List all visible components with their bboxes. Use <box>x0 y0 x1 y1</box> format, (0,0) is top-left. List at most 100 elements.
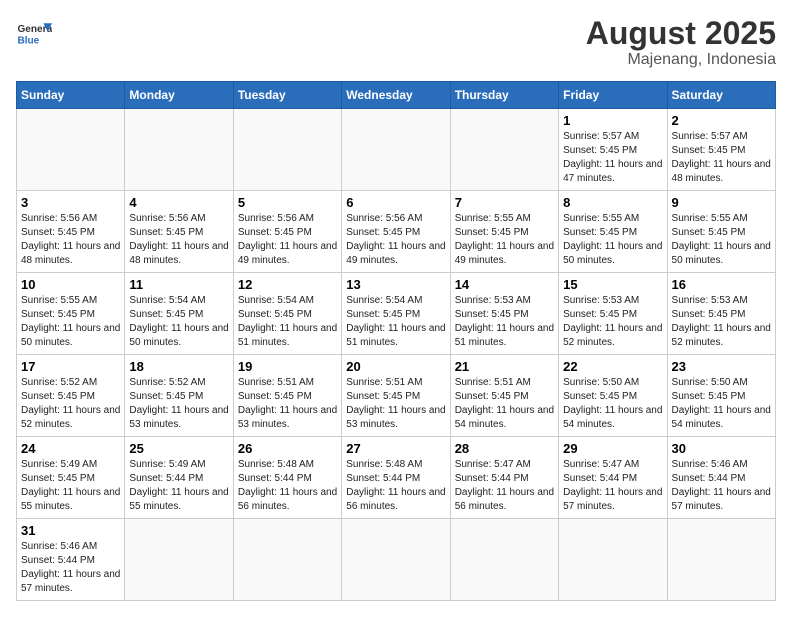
table-row: 2Sunrise: 5:57 AM Sunset: 5:45 PM Daylig… <box>667 109 775 191</box>
day-info: Sunrise: 5:54 AM Sunset: 5:45 PM Dayligh… <box>129 294 228 350</box>
calendar-week-row: 31Sunrise: 5:46 AM Sunset: 5:44 PM Dayli… <box>17 519 776 601</box>
day-number: 24 <box>21 441 120 456</box>
day-info: Sunrise: 5:51 AM Sunset: 5:45 PM Dayligh… <box>346 376 445 432</box>
table-row: 4Sunrise: 5:56 AM Sunset: 5:45 PM Daylig… <box>125 191 233 273</box>
day-info: Sunrise: 5:56 AM Sunset: 5:45 PM Dayligh… <box>129 212 228 268</box>
weekday-header-row: Sunday Monday Tuesday Wednesday Thursday… <box>17 82 776 109</box>
table-row <box>125 519 233 601</box>
table-row: 8 Sunrise: 5:55 AM Sunset: 5:45 PM Daylig… <box>559 191 667 273</box>
day-number: 5 <box>238 195 337 210</box>
day-info: Sunrise: 5:52 AM Sunset: 5:45 PM Dayligh… <box>21 376 120 432</box>
day-number: 31 <box>21 523 120 538</box>
table-row: 27 Sunrise: 5:48 AM Sunset: 5:44 PM Dayli… <box>342 437 450 519</box>
table-row: 23 Sunrise: 5:50 AM Sunset: 5:45 PM Dayli… <box>667 355 775 437</box>
day-info: Sunrise: 5:48 AM Sunset: 5:44 PM Dayligh… <box>346 458 445 514</box>
day-number: 22 <box>563 359 662 374</box>
day-number: 16 <box>672 277 771 292</box>
header-thursday: Thursday <box>450 82 558 109</box>
day-number: 20 <box>346 359 445 374</box>
day-number: 13 <box>346 277 445 292</box>
day-number: 21 <box>455 359 554 374</box>
day-number: 12 <box>238 277 337 292</box>
day-number: 15 <box>563 277 662 292</box>
calendar-table: Sunday Monday Tuesday Wednesday Thursday… <box>16 81 776 601</box>
table-row: 17 Sunrise: 5:52 AM Sunset: 5:45 PM Dayli… <box>17 355 125 437</box>
table-row: 11 Sunrise: 5:54 AM Sunset: 5:45 PM Dayli… <box>125 273 233 355</box>
header-wednesday: Wednesday <box>342 82 450 109</box>
table-row: 21 Sunrise: 5:51 AM Sunset: 5:45 PM Dayli… <box>450 355 558 437</box>
day-info: Sunrise: 5:56 AM Sunset: 5:45 PM Dayligh… <box>238 212 337 268</box>
day-number: 3 <box>21 195 120 210</box>
table-row <box>667 519 775 601</box>
day-number: 29 <box>563 441 662 456</box>
calendar-week-row: 24 Sunrise: 5:49 AM Sunset: 5:45 PM Dayli… <box>17 437 776 519</box>
day-number: 14 <box>455 277 554 292</box>
day-info: Sunrise: 5:47 AM Sunset: 5:44 PM Dayligh… <box>455 458 554 514</box>
table-row <box>342 519 450 601</box>
table-row: 30Sunrise: 5:46 AM Sunset: 5:44 PM Dayli… <box>667 437 775 519</box>
calendar-week-row: 3 Sunrise: 5:56 AM Sunset: 5:45 PM Daylig… <box>17 191 776 273</box>
day-info: Sunrise: 5:56 AM Sunset: 5:45 PM Dayligh… <box>21 212 120 268</box>
day-info: Sunrise: 5:52 AM Sunset: 5:45 PM Dayligh… <box>129 376 228 432</box>
table-row: 3 Sunrise: 5:56 AM Sunset: 5:45 PM Daylig… <box>17 191 125 273</box>
day-info: Sunrise: 5:57 AM Sunset: 5:45 PM Dayligh… <box>672 130 771 186</box>
day-info: Sunrise: 5:47 AM Sunset: 5:44 PM Dayligh… <box>563 458 662 514</box>
header-friday: Friday <box>559 82 667 109</box>
day-number: 7 <box>455 195 554 210</box>
table-row: 22Sunrise: 5:50 AM Sunset: 5:45 PM Dayli… <box>559 355 667 437</box>
table-row: 7 Sunrise: 5:55 AM Sunset: 5:45 PM Daylig… <box>450 191 558 273</box>
day-info: Sunrise: 5:54 AM Sunset: 5:45 PM Dayligh… <box>238 294 337 350</box>
day-number: 17 <box>21 359 120 374</box>
day-number: 28 <box>455 441 554 456</box>
table-row: 15Sunrise: 5:53 AM Sunset: 5:45 PM Dayli… <box>559 273 667 355</box>
table-row <box>342 109 450 191</box>
table-row: 13 Sunrise: 5:54 AM Sunset: 5:45 PM Dayli… <box>342 273 450 355</box>
day-info: Sunrise: 5:54 AM Sunset: 5:45 PM Dayligh… <box>346 294 445 350</box>
location-title: Majenang, Indonesia <box>586 51 776 69</box>
day-info: Sunrise: 5:55 AM Sunset: 5:45 PM Dayligh… <box>672 212 771 268</box>
table-row: 12 Sunrise: 5:54 AM Sunset: 5:45 PM Dayli… <box>233 273 341 355</box>
calendar-week-row: 1 Sunrise: 5:57 AM Sunset: 5:45 PM Daylig… <box>17 109 776 191</box>
table-row <box>233 519 341 601</box>
calendar-week-row: 10 Sunrise: 5:55 AM Sunset: 5:45 PM Dayli… <box>17 273 776 355</box>
table-row <box>233 109 341 191</box>
day-number: 10 <box>21 277 120 292</box>
day-info: Sunrise: 5:55 AM Sunset: 5:45 PM Dayligh… <box>563 212 662 268</box>
day-number: 23 <box>672 359 771 374</box>
day-number: 8 <box>563 195 662 210</box>
day-info: Sunrise: 5:49 AM Sunset: 5:45 PM Dayligh… <box>21 458 120 514</box>
day-number: 18 <box>129 359 228 374</box>
day-info: Sunrise: 5:51 AM Sunset: 5:45 PM Dayligh… <box>455 376 554 432</box>
table-row: 28 Sunrise: 5:47 AM Sunset: 5:44 PM Dayli… <box>450 437 558 519</box>
table-row <box>450 109 558 191</box>
table-row: 20 Sunrise: 5:51 AM Sunset: 5:45 PM Dayli… <box>342 355 450 437</box>
table-row <box>450 519 558 601</box>
header-monday: Monday <box>125 82 233 109</box>
header-tuesday: Tuesday <box>233 82 341 109</box>
table-row: 10 Sunrise: 5:55 AM Sunset: 5:45 PM Dayli… <box>17 273 125 355</box>
table-row: 5 Sunrise: 5:56 AM Sunset: 5:45 PM Daylig… <box>233 191 341 273</box>
table-row: 29 Sunrise: 5:47 AM Sunset: 5:44 PM Dayli… <box>559 437 667 519</box>
day-number: 1 <box>563 113 662 128</box>
header-saturday: Saturday <box>667 82 775 109</box>
day-info: Sunrise: 5:55 AM Sunset: 5:45 PM Dayligh… <box>455 212 554 268</box>
table-row <box>17 109 125 191</box>
day-number: 25 <box>129 441 228 456</box>
svg-text:Blue: Blue <box>17 35 39 46</box>
logo: General Blue <box>16 16 52 52</box>
table-row: 1Sunrise: 5:57 AM Sunset: 5:45 PM Daylig… <box>559 109 667 191</box>
day-number: 27 <box>346 441 445 456</box>
day-info: Sunrise: 5:53 AM Sunset: 5:45 PM Dayligh… <box>672 294 771 350</box>
table-row <box>125 109 233 191</box>
day-number: 6 <box>346 195 445 210</box>
day-info: Sunrise: 5:49 AM Sunset: 5:44 PM Dayligh… <box>129 458 228 514</box>
day-info: Sunrise: 5:55 AM Sunset: 5:45 PM Dayligh… <box>21 294 120 350</box>
table-row <box>559 519 667 601</box>
table-row: 14 Sunrise: 5:53 AM Sunset: 5:45 PM Dayli… <box>450 273 558 355</box>
month-title: August 2025 <box>586 16 776 51</box>
day-number: 11 <box>129 277 228 292</box>
table-row: 31Sunrise: 5:46 AM Sunset: 5:44 PM Dayli… <box>17 519 125 601</box>
day-info: Sunrise: 5:53 AM Sunset: 5:45 PM Dayligh… <box>455 294 554 350</box>
day-number: 30 <box>672 441 771 456</box>
day-info: Sunrise: 5:50 AM Sunset: 5:45 PM Dayligh… <box>672 376 771 432</box>
